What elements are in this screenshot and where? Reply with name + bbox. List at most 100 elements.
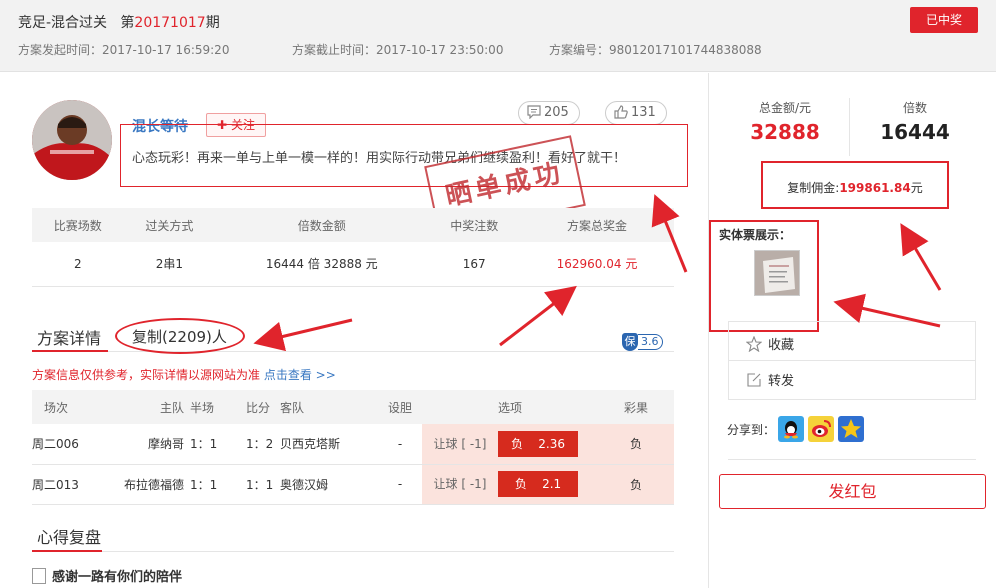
match-id: 周二013 [32,464,80,505]
tab-plan-detail[interactable]: 方案详情 [37,325,101,349]
summary-header: 过关方式 [123,208,216,242]
guarantee-badge: 保 3.6 [622,333,663,351]
away-team: 贝西克塔斯 [278,424,378,465]
actions-divider [728,360,976,361]
match-header: 彩果 [598,390,674,424]
share-divider [728,459,976,460]
like-count: 131 [631,105,656,120]
qq-share-icon[interactable] [778,416,804,442]
end-time: 方案截止时间：2017-10-17 23:50:00 [292,43,504,57]
multiple-amount: 16444 倍 32888 元 [215,242,429,287]
ticket-thumbnail[interactable] [754,250,800,296]
pick-odds: 负 2.1 [498,471,578,497]
like-button[interactable]: 131 [605,101,667,125]
plan-number: 方案编号：98012017101744838088 [549,43,762,57]
forward-label: 转发 [768,374,795,389]
handicap: 让球 [ -1] [433,436,487,451]
arrow-to-copy-count [253,318,353,352]
match-id: 周二006 [32,424,80,465]
review-section-title[interactable]: 心得复盘 [37,524,101,548]
home-team: 布拉德福德 [80,464,190,505]
banker: - [378,424,422,465]
pick-label: 负 [514,477,527,491]
issue-prefix: 第 [120,15,135,31]
review-tab-indicator [32,550,102,552]
match-header: 设胆 [378,390,422,424]
favorite-button[interactable]: 收藏 [745,334,794,353]
review-item[interactable]: 感谢一路有你们的陪伴 [32,566,182,585]
active-tab-indicator [32,350,108,352]
multiple-value: 16444 [880,120,950,144]
away-team: 奥德汉姆 [278,464,378,505]
bookmark-icon [32,568,46,584]
physical-ticket-label: 实体票展示： [719,228,792,242]
lottery-type: 竞足-混合过关 [18,15,108,31]
banker: - [378,464,422,505]
info-notice: 方案信息仅供参考，实际详情以源网站为准 点击查看 >> [32,366,336,383]
match-result: 负 [598,464,674,505]
half-score: 1：1 [190,464,240,505]
share-edit-icon [747,373,761,387]
odds-value: 2.1 [542,477,562,491]
total-amount-label: 总金额/元 [758,101,812,115]
star-icon [745,335,763,353]
copy-count-highlight-ellipse [115,318,245,354]
won-status-button[interactable]: 已中奖 [910,7,978,33]
review-divider [32,551,674,552]
copy-commission: 复制佣金:199861.84元 [761,179,949,196]
share-to-label: 分享到： [727,423,776,437]
qzone-share-icon[interactable] [838,416,864,442]
comments-button[interactable]: 205 [518,101,580,125]
commission-unit: 元 [910,181,923,195]
summary-header: 倍数金额 [215,208,429,242]
summary-header: 比赛场数 [32,208,124,242]
guarantee-value: 3.6 [638,334,663,350]
home-team: 摩纳哥 [80,424,190,465]
match-detail-table: 场次 主队 半场 比分 客队 设胆 选项 彩果 周二006 摩纳哥 1：1 1：… [32,390,674,505]
match-header: 场次 [32,390,80,424]
summary-header: 方案总奖金 [519,208,674,242]
send-red-packet-button[interactable]: 发红包 [719,474,986,509]
match-header: 主队 [80,390,190,424]
arrow-to-commission [900,223,942,291]
forward-button[interactable]: 转发 [746,370,794,389]
odds-value: 2.36 [538,436,565,451]
issue-suffix: 期 [205,15,220,31]
match-result: 负 [598,424,674,465]
final-score: 1：1 [240,464,278,505]
total-prize: 162960.04 元 [519,242,674,287]
pick-cell: 让球 [ -1] 负 2.1 [422,464,598,505]
thumbs-up-icon [614,105,628,119]
multiple-label: 倍数 [902,101,927,115]
total-amount-value: 32888 [750,120,820,144]
comment-icon [527,105,541,120]
plan-header: 竞足-混合过关 第20171017期 方案发起时间：2017-10-17 16:… [0,0,996,72]
half-score: 1：1 [190,424,240,465]
notice-text: 方案信息仅供参考，实际详情以源网站为准 [32,368,261,382]
pick-odds: 负 2.36 [498,430,578,457]
table-row: 周二006 摩纳哥 1：1 1：2 贝西克塔斯 - 让球 [ -1] 负 2.36… [32,424,674,465]
arrow-to-prize [499,285,577,347]
match-header: 选项 [422,390,598,424]
issue-number: 20171017 [134,15,206,31]
match-header: 半场 [190,390,240,424]
comment-count: 205 [544,105,569,120]
table-row: 2 2串1 16444 倍 32888 元 167 162960.04 元 [32,242,674,287]
summary-header: 中奖注数 [428,208,520,242]
view-source-link[interactable]: 点击查看 >> [264,368,336,382]
handicap: 让球 [ -1] [433,477,487,491]
commission-label: 复制佣金: [787,181,840,195]
review-item-title: 感谢一路有你们的陪伴 [52,570,183,585]
match-count: 2 [32,242,124,287]
commission-value: 199861.84 [839,181,911,195]
stat-divider [849,98,850,156]
match-header: 比分 [240,390,278,424]
avatar[interactable] [32,100,112,180]
parlay-type: 2串1 [123,242,216,287]
weibo-share-icon[interactable] [808,416,834,442]
winning-bets: 167 [428,242,520,287]
start-time: 方案发起时间：2017-10-17 16:59:20 [18,43,230,57]
shield-icon: 保 [622,333,638,351]
final-score: 1：2 [240,424,278,465]
pick-label: 负 [511,436,524,451]
